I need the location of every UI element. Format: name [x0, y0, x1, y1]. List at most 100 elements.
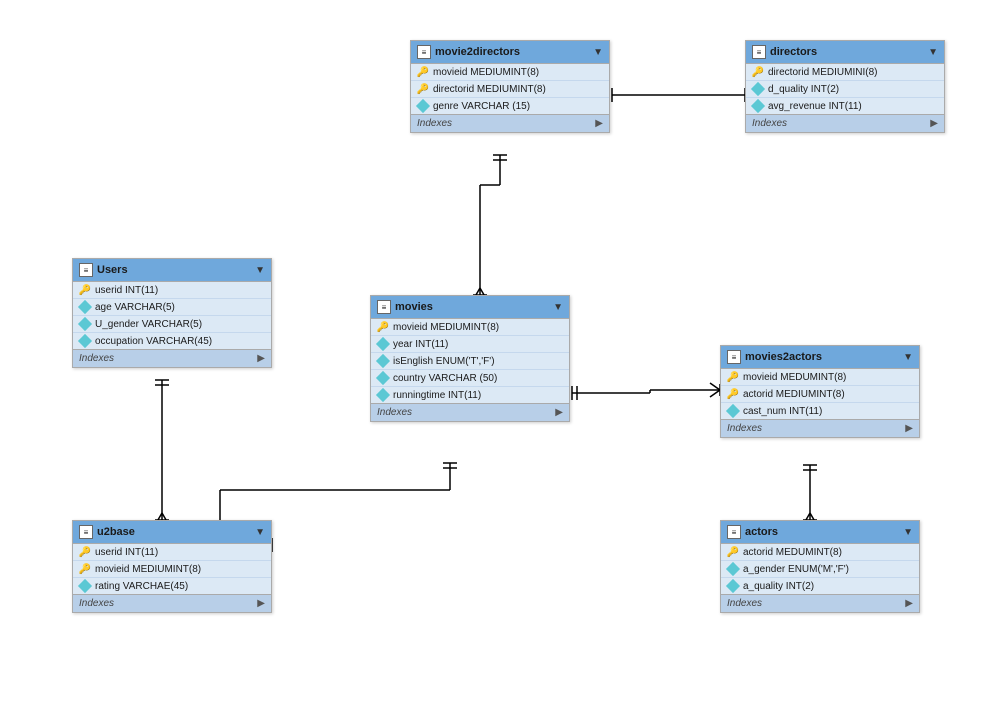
indexes-label: Indexes: [752, 118, 787, 129]
field-text-Users-3: occupation VARCHAR(45): [95, 336, 212, 347]
field-row-movies2actors-2: cast_num INT(11): [721, 403, 919, 419]
indexes-expand-arrow[interactable]: ▶: [555, 407, 563, 418]
field-text-directors-0: directorid MEDIUMINI(8): [768, 67, 877, 78]
key-icon: 🔑: [727, 372, 739, 383]
indexes-label: Indexes: [727, 598, 762, 609]
table-directors: ≡ directors ▼ 🔑 directorid MEDIUMINI(8) d_…: [745, 40, 945, 133]
table-header-directors[interactable]: ≡ directors ▼: [746, 41, 944, 64]
field-text-movie2directors-2: genre VARCHAR (15): [433, 101, 530, 112]
field-row-u2base-1: 🔑movieid MEDIUMINT(8): [73, 561, 271, 578]
table-header-actors[interactable]: ≡ actors ▼: [721, 521, 919, 544]
key-icon: 🔑: [727, 389, 739, 400]
diamond-icon: [78, 334, 92, 348]
field-text-movies-4: runningtime INT(11): [393, 390, 481, 401]
indexes-expand-arrow[interactable]: ▶: [595, 118, 603, 129]
field-row-u2base-2: rating VARCHAE(45): [73, 578, 271, 594]
field-text-actors-1: a_gender ENUM('M','F'): [743, 564, 849, 575]
doc-icon: ≡: [79, 263, 93, 277]
indexes-expand-arrow[interactable]: ▶: [905, 423, 913, 434]
diamond-icon: [726, 404, 740, 418]
field-row-Users-3: occupation VARCHAR(45): [73, 333, 271, 349]
field-text-directors-2: avg_revenue INT(11): [768, 101, 862, 112]
dropdown-arrow-movie2directors[interactable]: ▼: [593, 47, 603, 58]
field-text-actors-0: actorid MEDUMINT(8): [743, 547, 842, 558]
indexes-Users[interactable]: Indexes ▶: [73, 349, 271, 367]
table-title-u2base: u2base: [97, 526, 135, 538]
indexes-movies2actors[interactable]: Indexes ▶: [721, 419, 919, 437]
table-header-movies[interactable]: ≡ movies ▼: [371, 296, 569, 319]
table-u2base: ≡ u2base ▼ 🔑userid INT(11)🔑movieid MEDIU…: [72, 520, 272, 613]
indexes-actors[interactable]: Indexes ▶: [721, 594, 919, 612]
key-icon: 🔑: [377, 322, 389, 333]
indexes-label: Indexes: [727, 423, 762, 434]
indexes-label: Indexes: [79, 598, 114, 609]
field-row-Users-0: 🔑 userid INT(11): [73, 282, 271, 299]
field-row-directors-2: avg_revenue INT(11): [746, 98, 944, 114]
field-text-movies-0: movieid MEDIUMINT(8): [393, 322, 499, 333]
field-row-actors-1: a_gender ENUM('M','F'): [721, 561, 919, 578]
doc-icon: ≡: [727, 350, 741, 364]
key-icon: 🔑: [752, 67, 764, 78]
field-text-Users-2: U_gender VARCHAR(5): [95, 319, 202, 330]
diamond-icon: [751, 99, 765, 113]
indexes-label: Indexes: [417, 118, 452, 129]
field-text-directors-1: d_quality INT(2): [768, 84, 839, 95]
table-header-movie2directors[interactable]: ≡ movie2directors ▼: [411, 41, 609, 64]
field-text-movie2directors-1: directorid MEDIUMINT(8): [433, 84, 546, 95]
field-row-actors-2: a_quality INT(2): [721, 578, 919, 594]
indexes-directors[interactable]: Indexes ▶: [746, 114, 944, 132]
field-row-actors-0: 🔑 actorid MEDUMINT(8): [721, 544, 919, 561]
indexes-expand-arrow[interactable]: ▶: [905, 598, 913, 609]
dropdown-arrow-Users[interactable]: ▼: [255, 265, 265, 276]
dropdown-arrow-movies[interactable]: ▼: [553, 302, 563, 313]
diamond-icon: [726, 562, 740, 576]
table-header-u2base[interactable]: ≡ u2base ▼: [73, 521, 271, 544]
diamond-icon: [376, 388, 390, 402]
field-text-Users-1: age VARCHAR(5): [95, 302, 175, 313]
field-text-actors-2: a_quality INT(2): [743, 581, 814, 592]
field-text-movies2actors-2: cast_num INT(11): [743, 406, 822, 417]
indexes-expand-arrow[interactable]: ▶: [257, 598, 265, 609]
field-text-u2base-2: rating VARCHAE(45): [95, 581, 188, 592]
doc-icon: ≡: [377, 300, 391, 314]
field-text-movies-3: country VARCHAR (50): [393, 373, 497, 384]
table-title-movies2actors: movies2actors: [745, 351, 822, 363]
key-icon: 🔑: [79, 285, 91, 296]
field-row-movies-3: country VARCHAR (50): [371, 370, 569, 387]
diamond-icon: [78, 317, 92, 331]
indexes-label: Indexes: [377, 407, 412, 418]
key-icon: 🔑: [417, 67, 429, 78]
table-title-directors: directors: [770, 46, 817, 58]
key-icon: 🔑: [417, 84, 429, 95]
field-row-movie2directors-0: 🔑 movieid MEDIUMINT(8): [411, 64, 609, 81]
doc-icon: ≡: [727, 525, 741, 539]
indexes-movie2directors[interactable]: Indexes ▶: [411, 114, 609, 132]
diamond-icon: [78, 579, 92, 593]
indexes-expand-arrow[interactable]: ▶: [930, 118, 938, 129]
indexes-expand-arrow[interactable]: ▶: [257, 353, 265, 364]
diamond-icon: [78, 300, 92, 314]
indexes-movies[interactable]: Indexes ▶: [371, 403, 569, 421]
table-header-Users[interactable]: ≡ Users ▼: [73, 259, 271, 282]
field-text-movie2directors-0: movieid MEDIUMINT(8): [433, 67, 539, 78]
indexes-u2base[interactable]: Indexes ▶: [73, 594, 271, 612]
field-row-movies-4: runningtime INT(11): [371, 387, 569, 403]
field-row-movies2actors-1: 🔑actorid MEDIUMINT(8): [721, 386, 919, 403]
dropdown-arrow-u2base[interactable]: ▼: [255, 527, 265, 538]
field-row-Users-2: U_gender VARCHAR(5): [73, 316, 271, 333]
field-row-movies2actors-0: 🔑movieid MEDUMINT(8): [721, 369, 919, 386]
doc-icon: ≡: [752, 45, 766, 59]
diamond-icon: [376, 337, 390, 351]
field-row-u2base-0: 🔑userid INT(11): [73, 544, 271, 561]
table-movie2directors: ≡ movie2directors ▼ 🔑 movieid MEDIUMINT(8…: [410, 40, 610, 133]
dropdown-arrow-directors[interactable]: ▼: [928, 47, 938, 58]
table-header-movies2actors[interactable]: ≡ movies2actors ▼: [721, 346, 919, 369]
field-text-u2base-1: movieid MEDIUMINT(8): [95, 564, 201, 575]
dropdown-arrow-movies2actors[interactable]: ▼: [903, 352, 913, 363]
key-icon: 🔑: [727, 547, 739, 558]
field-text-Users-0: userid INT(11): [95, 285, 158, 296]
diamond-icon: [416, 99, 430, 113]
field-row-directors-0: 🔑 directorid MEDIUMINI(8): [746, 64, 944, 81]
table-title-movies: movies: [395, 301, 433, 313]
dropdown-arrow-actors[interactable]: ▼: [903, 527, 913, 538]
